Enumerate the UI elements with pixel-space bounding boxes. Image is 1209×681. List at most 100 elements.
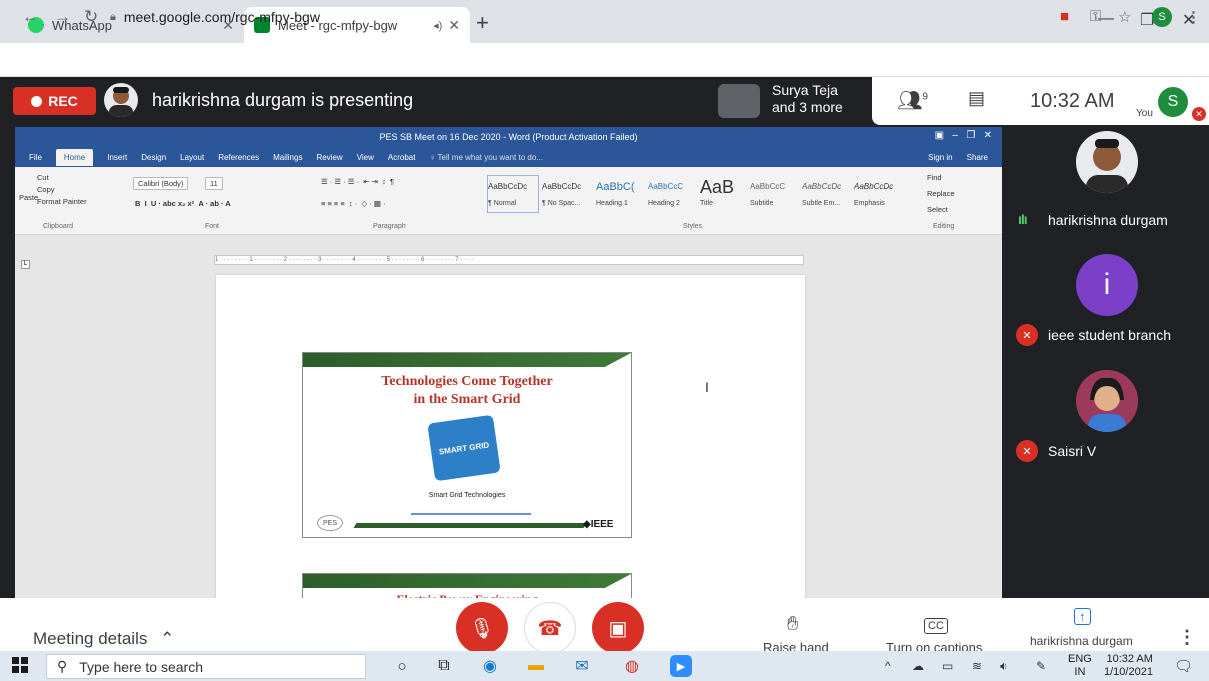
word-ribbon-tabs: File Home Insert Design Layout Reference… xyxy=(15,147,1002,167)
raise-hand-icon[interactable]: ✋︎ xyxy=(787,613,798,636)
tab-layout[interactable]: Layout xyxy=(180,153,204,162)
recording-badge[interactable]: REC xyxy=(13,87,96,115)
mic-off-button[interactable]: 🎙︎ xyxy=(456,602,508,654)
pen-icon[interactable]: ✎ xyxy=(1036,659,1046,673)
copy-button[interactable]: Copy xyxy=(37,185,55,194)
list-buttons[interactable]: ☰ · ☰ · ☰ · ⇤ ⇥ ↕ ¶ xyxy=(321,177,394,186)
tab-insert[interactable]: Insert xyxy=(107,153,127,162)
tab-acrobat[interactable]: Acrobat xyxy=(388,153,416,162)
participants-summary[interactable]: Surya Teja and 3 more xyxy=(772,82,843,116)
reload-icon[interactable]: ↻ xyxy=(84,7,98,27)
participant-tile[interactable]: ✕ Saisri V xyxy=(1004,366,1209,481)
align-buttons[interactable]: ≡ ≡ ≡ ≡ ↕ · ◇ · ▦ · xyxy=(321,199,386,208)
sign-in-link[interactable]: Sign in xyxy=(928,153,952,162)
edge-icon[interactable]: ◉ xyxy=(478,654,502,678)
people-icon[interactable]: 👥︎9 xyxy=(897,88,928,113)
chat-icon[interactable]: ▤ xyxy=(968,88,985,109)
leave-call-button[interactable]: ☎︎ xyxy=(524,602,576,654)
rec-label: REC xyxy=(48,93,78,109)
back-icon[interactable]: ← xyxy=(22,7,39,27)
person-photo-icon xyxy=(1076,131,1138,193)
style-emphasis[interactable]: AaBbCcDc Emphasis xyxy=(853,175,905,213)
style-label: Heading 1 xyxy=(596,200,628,207)
share-button[interactable]: Share xyxy=(967,153,988,162)
style-title[interactable]: AaB Title xyxy=(699,175,751,213)
cortana-icon[interactable]: ○ xyxy=(390,654,414,678)
camera-blocked-icon[interactable]: ■ xyxy=(1060,8,1069,25)
style-no-spacing[interactable]: AaBbCcDc ¶ No Spac... xyxy=(541,175,593,213)
profile-avatar[interactable]: S xyxy=(1152,7,1172,27)
windows-start-icon[interactable] xyxy=(12,657,28,673)
captions-icon[interactable]: CC xyxy=(924,618,948,634)
style-subtle-emphasis[interactable]: AaBbCcDc Subtle Em... xyxy=(801,175,853,213)
more-options-icon[interactable]: ⋮ xyxy=(1178,627,1196,648)
participant-thumbnail[interactable] xyxy=(718,84,760,118)
pes-logo: PES xyxy=(317,515,343,531)
file-explorer-icon[interactable]: ▬ xyxy=(524,654,548,678)
muted-mic-icon: ✕ xyxy=(1016,324,1038,346)
cut-button[interactable]: Cut xyxy=(37,173,49,182)
volume-icon[interactable]: 🔉︎ xyxy=(1000,659,1008,674)
tab-view[interactable]: View xyxy=(357,153,374,162)
participant-name: harikrishna durgam xyxy=(1048,212,1168,228)
meeting-details-button[interactable]: Meeting details ⌃ xyxy=(33,629,174,649)
mail-icon[interactable]: ✉ xyxy=(570,654,594,678)
style-normal[interactable]: AaBbCcDc ¶ Normal xyxy=(487,175,539,213)
tab-file[interactable]: File xyxy=(29,153,42,162)
style-preview: AaBbCcDc xyxy=(542,182,582,191)
replace-button[interactable]: Replace xyxy=(927,189,955,198)
input-language[interactable]: ENG IN xyxy=(1068,653,1092,679)
tab-selector[interactable]: L xyxy=(21,260,30,269)
style-label: ¶ No Spac... xyxy=(542,200,581,207)
star-icon[interactable]: ☆ xyxy=(1118,8,1131,26)
taskbar-clock[interactable]: 10:32 AM 1/10/2021 xyxy=(1104,653,1153,679)
presenting-user-label[interactable]: harikrishna durgam xyxy=(1030,634,1133,648)
style-heading-1[interactable]: AaBbC(Heading 1 xyxy=(595,175,647,213)
tab-mailings[interactable]: Mailings xyxy=(273,153,302,162)
select-button[interactable]: Select xyxy=(927,205,948,214)
font-format-buttons[interactable]: B I U · abc x₂ x² A · ab · A xyxy=(135,199,231,208)
key-icon[interactable]: ⚿ xyxy=(1090,8,1101,25)
forward-icon[interactable]: → xyxy=(54,7,71,27)
style-preview: AaBbCcDc xyxy=(488,182,528,191)
styles-group-label: Styles xyxy=(683,223,703,230)
participant-tile[interactable]: i ✕ ieee student branch xyxy=(1004,250,1209,365)
menu-icon[interactable]: ⋮ xyxy=(1186,8,1201,26)
document-page[interactable]: Technologies Come Together in the Smart … xyxy=(216,275,805,598)
tab-review[interactable]: Review xyxy=(316,153,342,162)
paragraph-group-label: Paragraph xyxy=(373,223,406,230)
font-group-label: Font xyxy=(205,223,220,230)
self-avatar[interactable]: S xyxy=(1158,87,1188,117)
chrome-icon[interactable]: ◍ xyxy=(620,654,644,678)
find-button[interactable]: Find xyxy=(927,173,942,182)
tab-home[interactable]: Home xyxy=(55,148,94,166)
slide-title-line: Technologies Come Together xyxy=(381,374,553,389)
presentation-screen: PES SB Meet on 16 Dec 2020 - Word (Produ… xyxy=(15,127,1002,598)
font-size-select[interactable]: 11 xyxy=(205,177,223,190)
style-heading-2[interactable]: AaBbCcC Heading 2 xyxy=(647,175,699,213)
tell-me-input[interactable]: ♀ Tell me what you want to do... xyxy=(429,153,542,162)
clock-date: 1/10/2021 xyxy=(1104,666,1153,678)
tray-chevron-icon[interactable]: ^ xyxy=(885,659,891,673)
camera-off-button[interactable]: ▣ xyxy=(592,602,644,654)
meeting-details-label: Meeting details xyxy=(33,629,148,648)
format-painter-button[interactable]: Format Painter xyxy=(37,197,87,206)
notifications-icon[interactable]: 🗨︎ xyxy=(1174,657,1193,675)
present-screen-icon[interactable]: ↑ xyxy=(1074,608,1091,625)
battery-icon[interactable]: ▭ xyxy=(942,659,953,673)
participant-name: Surya Teja xyxy=(772,82,838,98)
task-view-icon[interactable]: ⧉ xyxy=(432,654,456,678)
onedrive-icon[interactable]: ☁ xyxy=(912,659,924,673)
paste-button[interactable]: Paste xyxy=(19,193,38,202)
wifi-icon[interactable]: ≋ xyxy=(972,659,982,673)
search-icon: ⚲ xyxy=(57,658,68,674)
word-window-controls[interactable]: ▣ – ❐ ✕ xyxy=(935,130,992,141)
font-name-select[interactable]: Calibri (Body) xyxy=(133,177,189,190)
url-input[interactable]: 🔒︎ meet.google.com/rgc-mfpy-bgw xyxy=(110,3,1040,31)
taskbar-search-input[interactable]: ⚲ Type here to search xyxy=(46,654,366,679)
zoom-icon[interactable]: ▶ xyxy=(670,655,692,677)
tab-references[interactable]: References xyxy=(218,153,259,162)
tab-design[interactable]: Design xyxy=(141,153,166,162)
style-subtitle[interactable]: AaBbCcC Subtitle xyxy=(749,175,801,213)
participant-tile[interactable]: ıIı harikrishna durgam xyxy=(1004,127,1209,242)
